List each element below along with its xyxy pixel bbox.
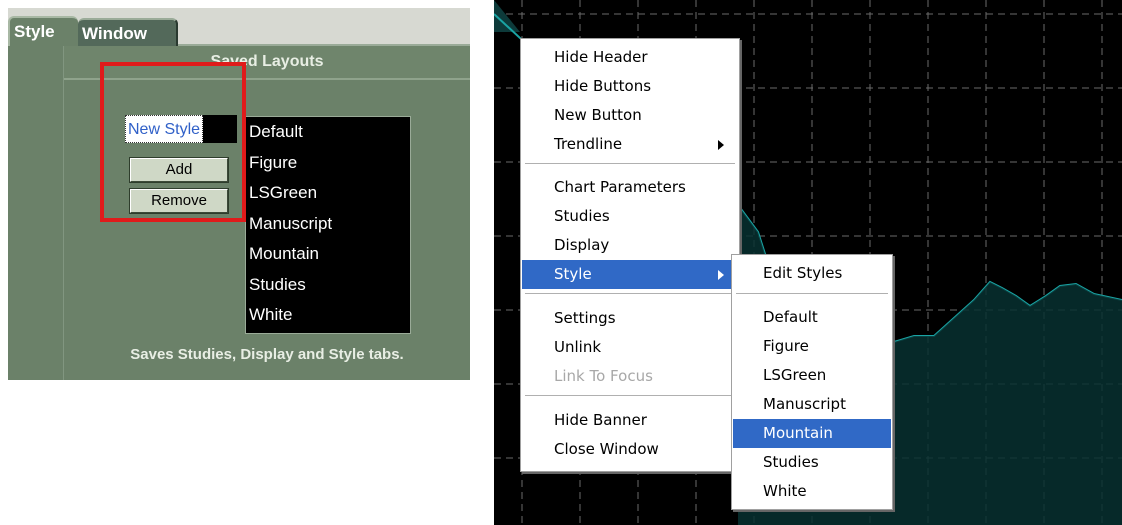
menu-separator <box>525 395 735 397</box>
menu-item-new-button[interactable]: New Button <box>522 101 738 130</box>
saved-layouts-list[interactable]: Default Figure LSGreen Manuscript Mounta… <box>245 116 411 334</box>
menu-separator <box>525 293 735 295</box>
list-item[interactable]: White <box>246 300 410 331</box>
menu-item-display[interactable]: Display <box>522 231 738 260</box>
submenu-item-figure[interactable]: Figure <box>733 332 891 361</box>
list-item[interactable]: Mountain <box>246 239 410 270</box>
list-item[interactable]: Manuscript <box>246 209 410 240</box>
context-menu: Hide Header Hide Buttons New Button Tren… <box>520 38 740 472</box>
submenu-item-white[interactable]: White <box>733 477 891 506</box>
menu-item-label: Style <box>554 265 592 283</box>
menu-item-settings[interactable]: Settings <box>522 304 738 333</box>
submenu-item-studies[interactable]: Studies <box>733 448 891 477</box>
menu-item-hide-banner[interactable]: Hide Banner <box>522 406 738 435</box>
menu-item-studies[interactable]: Studies <box>522 202 738 231</box>
menu-item-hide-header[interactable]: Hide Header <box>522 43 738 72</box>
tab-bar: Style Window <box>8 8 470 46</box>
footer-note: Saves Studies, Display and Style tabs. <box>130 346 404 363</box>
menu-item-style[interactable]: Style <box>522 260 738 289</box>
list-item[interactable]: Default <box>246 117 410 148</box>
menu-item-hide-buttons[interactable]: Hide Buttons <box>522 72 738 101</box>
submenu-arrow-icon <box>718 140 724 150</box>
submenu-item-lsgreen[interactable]: LSGreen <box>733 361 891 390</box>
submenu-item-mountain[interactable]: Mountain <box>733 419 891 448</box>
menu-item-link-to-focus: Link To Focus <box>554 367 653 385</box>
list-item[interactable]: LSGreen <box>246 178 410 209</box>
menu-item-unlink[interactable]: Unlink <box>522 333 738 362</box>
style-settings-panel: Style Window Saved Layouts New Style Add… <box>8 8 470 380</box>
panel-gutter <box>8 46 64 380</box>
list-item[interactable]: Studies <box>246 270 410 301</box>
submenu-arrow-icon <box>718 270 724 280</box>
menu-item-chart-parameters[interactable]: Chart Parameters <box>522 173 738 202</box>
list-item[interactable]: Figure <box>246 148 410 179</box>
tab-window[interactable]: Window <box>78 18 178 46</box>
menu-item-label: Trendline <box>554 135 623 153</box>
style-submenu: Edit Styles Default Figure LSGreen Manus… <box>731 254 893 510</box>
menu-separator <box>736 293 888 295</box>
submenu-item-edit-styles[interactable]: Edit Styles <box>733 259 891 288</box>
submenu-item-default[interactable]: Default <box>733 303 891 332</box>
highlight-annotation <box>100 62 246 222</box>
menu-item-trendline[interactable]: Trendline <box>522 130 738 159</box>
tab-style[interactable]: Style <box>8 16 78 46</box>
submenu-item-manuscript[interactable]: Manuscript <box>733 390 891 419</box>
menu-item-close-window[interactable]: Close Window <box>522 435 738 464</box>
menu-separator <box>525 163 735 165</box>
